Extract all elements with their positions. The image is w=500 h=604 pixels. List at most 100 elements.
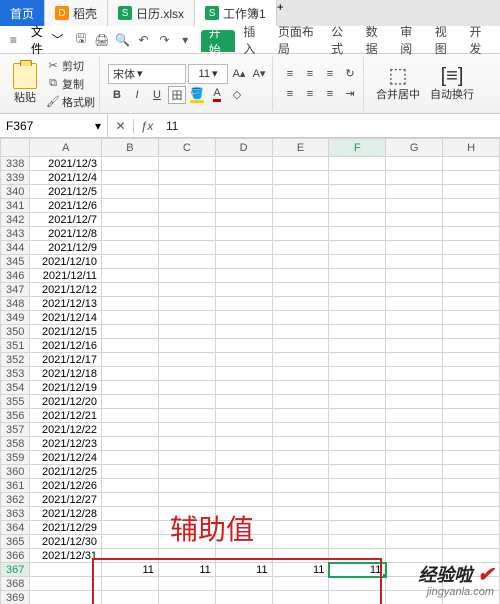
cell[interactable] <box>329 283 386 297</box>
col-header-E[interactable]: E <box>272 139 329 157</box>
sheet-area[interactable]: A B C D E F G H 3382021/12/33392021/12/4… <box>0 138 500 604</box>
cell[interactable] <box>443 507 500 521</box>
cell[interactable] <box>329 297 386 311</box>
row-header[interactable]: 338 <box>1 157 30 171</box>
cell[interactable] <box>386 185 443 199</box>
cell[interactable] <box>215 227 272 241</box>
cell[interactable] <box>329 549 386 563</box>
cell[interactable] <box>329 437 386 451</box>
col-header-B[interactable]: B <box>102 139 159 157</box>
italic-button[interactable]: I <box>128 86 146 104</box>
cell[interactable] <box>329 255 386 269</box>
row-header[interactable]: 363 <box>1 507 30 521</box>
cell[interactable] <box>386 367 443 381</box>
cut-button[interactable]: ✂剪切 <box>46 58 95 74</box>
cell[interactable]: 2021/12/23 <box>30 437 102 451</box>
cell[interactable] <box>329 451 386 465</box>
cell[interactable] <box>158 353 215 367</box>
row-header[interactable]: 344 <box>1 241 30 255</box>
row-header[interactable]: 360 <box>1 465 30 479</box>
cell[interactable] <box>386 339 443 353</box>
clear-format-button[interactable]: ◇ <box>228 86 246 104</box>
cell[interactable] <box>102 465 159 479</box>
fx-cancel-button[interactable]: ✕ <box>108 119 134 133</box>
cell[interactable] <box>30 563 102 577</box>
cell[interactable] <box>443 535 500 549</box>
tab-workbook1[interactable]: S 工作簿1 <box>195 0 277 26</box>
cell[interactable] <box>158 521 215 535</box>
border-button[interactable]: 田 <box>168 86 186 104</box>
cell[interactable] <box>215 353 272 367</box>
cell[interactable] <box>158 591 215 604</box>
cell[interactable] <box>329 577 386 591</box>
ribbon-tab-review[interactable]: 审阅 <box>392 26 427 54</box>
cell[interactable] <box>102 213 159 227</box>
cell[interactable]: 2021/12/29 <box>30 521 102 535</box>
cell[interactable] <box>329 409 386 423</box>
cell[interactable] <box>443 479 500 493</box>
ribbon-tab-dev[interactable]: 开发 <box>461 26 496 54</box>
cell[interactable] <box>158 437 215 451</box>
cell[interactable] <box>215 297 272 311</box>
cell[interactable] <box>272 325 329 339</box>
row-header[interactable]: 339 <box>1 171 30 185</box>
cell[interactable] <box>443 283 500 297</box>
cell[interactable]: 2021/12/19 <box>30 381 102 395</box>
cell[interactable] <box>329 465 386 479</box>
row-header[interactable]: 369 <box>1 591 30 604</box>
cell[interactable] <box>386 325 443 339</box>
cell[interactable]: 2021/12/20 <box>30 395 102 409</box>
cell[interactable] <box>443 255 500 269</box>
cell[interactable] <box>30 577 102 591</box>
cell[interactable] <box>443 451 500 465</box>
cell[interactable] <box>158 451 215 465</box>
ribbon-tab-formula[interactable]: 公式 <box>323 26 358 54</box>
cell[interactable] <box>443 437 500 451</box>
cell[interactable] <box>158 185 215 199</box>
cell[interactable]: 2021/12/14 <box>30 311 102 325</box>
row-header[interactable]: 368 <box>1 577 30 591</box>
redo-icon[interactable]: ↷ <box>155 29 174 51</box>
col-header-H[interactable]: H <box>443 139 500 157</box>
cell[interactable]: 2021/12/10 <box>30 255 102 269</box>
cell[interactable] <box>215 465 272 479</box>
cell[interactable] <box>386 353 443 367</box>
cell[interactable] <box>158 549 215 563</box>
cell[interactable] <box>443 325 500 339</box>
format-painter-button[interactable]: 🖌格式刷 <box>46 94 95 110</box>
cell[interactable] <box>329 185 386 199</box>
row-header[interactable]: 349 <box>1 311 30 325</box>
cell[interactable] <box>386 493 443 507</box>
cell[interactable]: 11 <box>158 563 215 577</box>
cell[interactable] <box>272 549 329 563</box>
row-header[interactable]: 341 <box>1 199 30 213</box>
cell[interactable] <box>329 213 386 227</box>
cell[interactable] <box>386 521 443 535</box>
cell[interactable] <box>443 521 500 535</box>
cell[interactable] <box>329 591 386 604</box>
cell[interactable] <box>272 395 329 409</box>
cell[interactable] <box>158 227 215 241</box>
cell[interactable] <box>329 311 386 325</box>
cell[interactable]: 11 <box>215 563 272 577</box>
cell[interactable] <box>272 465 329 479</box>
cell[interactable] <box>272 311 329 325</box>
save-icon[interactable]: 🖫 <box>72 29 91 51</box>
col-header-A[interactable]: A <box>30 139 102 157</box>
cell[interactable]: 2021/12/13 <box>30 297 102 311</box>
cell[interactable] <box>215 255 272 269</box>
cell[interactable] <box>272 409 329 423</box>
cell[interactable] <box>272 381 329 395</box>
row-header[interactable]: 367 <box>1 563 30 577</box>
align-middle-icon[interactable]: ≡ <box>301 65 319 83</box>
cell[interactable] <box>329 339 386 353</box>
cell[interactable] <box>272 241 329 255</box>
cell[interactable] <box>102 199 159 213</box>
cell[interactable] <box>158 395 215 409</box>
cell[interactable] <box>272 479 329 493</box>
ribbon-tab-data[interactable]: 数据 <box>358 26 393 54</box>
tab-daoké[interactable]: D 稻壳 <box>45 0 108 26</box>
cell[interactable] <box>272 283 329 297</box>
col-header-F[interactable]: F <box>329 139 386 157</box>
cell[interactable] <box>443 171 500 185</box>
